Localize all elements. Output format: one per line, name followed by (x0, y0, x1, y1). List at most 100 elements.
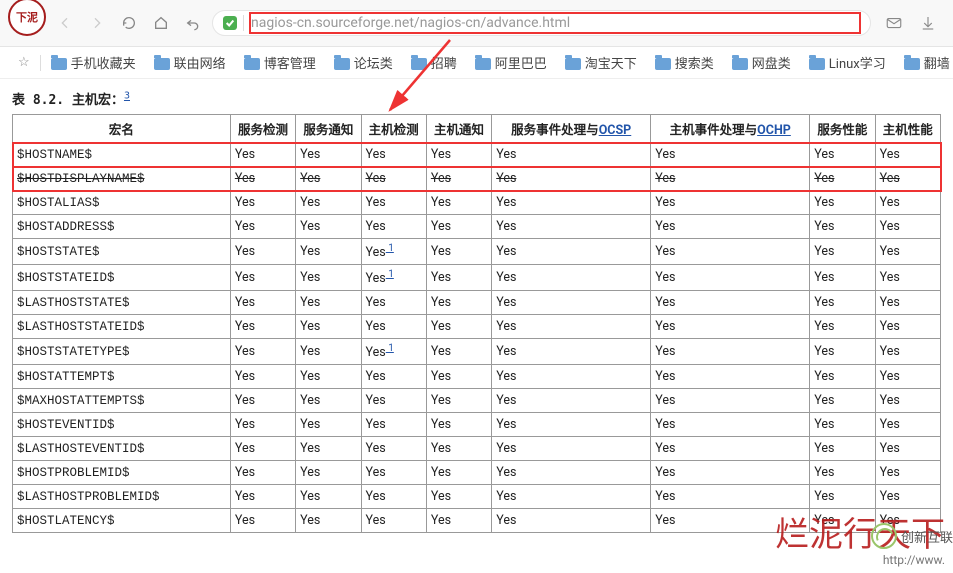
value-cell: Yes (810, 339, 875, 365)
value-cell: Yes (651, 143, 810, 167)
value-cell: Yes (361, 485, 426, 509)
bookmark-folder[interactable]: 翻墙 (904, 53, 950, 72)
value-cell: Yes (810, 413, 875, 437)
macro-name-cell: $HOSTATTEMPT$ (13, 365, 231, 389)
forward-button[interactable] (84, 10, 110, 36)
download-icon[interactable] (915, 10, 941, 36)
bookmark-folder[interactable]: 阿里巴巴 (475, 53, 547, 72)
value-cell: Yes (361, 389, 426, 413)
macro-name-cell: $LASTHOSTSTATE$ (13, 291, 231, 315)
th-svc-perf: 服务性能 (810, 115, 875, 143)
macro-name-cell: $HOSTADDRESS$ (13, 215, 231, 239)
value-cell: Yes (492, 365, 651, 389)
value-cell: Yes (492, 437, 651, 461)
value-cell: Yes (361, 167, 426, 191)
footnote-link[interactable]: 1 (386, 243, 394, 254)
table-row: $LASTHOSTEVENTID$YesYesYesYesYesYesYesYe… (13, 437, 941, 461)
value-cell: Yes (651, 485, 810, 509)
bookmark-folder[interactable]: 搜索类 (655, 53, 714, 72)
bookmark-folder[interactable]: 手机收藏夹 (51, 53, 136, 72)
bookmarks-separator (40, 55, 41, 71)
value-cell: Yes (230, 167, 295, 191)
table-row: $HOSTSTATETYPE$YesYesYes 1YesYesYesYesYe… (13, 339, 941, 365)
value-cell: Yes (875, 215, 940, 239)
value-cell: Yes (810, 437, 875, 461)
macro-name-cell: $HOSTEVENTID$ (13, 413, 231, 437)
bookmark-label: 招聘 (431, 53, 457, 72)
th-host-perf: 主机性能 (875, 115, 940, 143)
value-cell: Yes (426, 167, 491, 191)
macro-name-cell: $HOSTNAME$ (13, 143, 231, 167)
bookmark-label: 联由网络 (174, 53, 226, 72)
value-cell: Yes (810, 215, 875, 239)
value-cell: Yes (492, 191, 651, 215)
value-cell: Yes (426, 239, 491, 265)
bookmark-folder[interactable]: 招聘 (411, 53, 457, 72)
value-cell: Yes (426, 389, 491, 413)
value-cell: Yes (651, 461, 810, 485)
back-button[interactable] (52, 10, 78, 36)
reload-button[interactable] (116, 10, 142, 36)
home-button[interactable] (148, 10, 174, 36)
value-cell: Yes (361, 365, 426, 389)
folder-icon (244, 58, 260, 70)
caption-footnote-link[interactable]: 3 (124, 91, 130, 102)
table-row: $HOSTNAME$YesYesYesYesYesYesYesYes (13, 143, 941, 167)
value-cell: Yes (296, 315, 361, 339)
th-host-notify: 主机通知 (426, 115, 491, 143)
bookmarks-star-icon[interactable]: ☆ (18, 55, 30, 70)
table-row: $HOSTATTEMPT$YesYesYesYesYesYesYesYes (13, 365, 941, 389)
value-cell: Yes (296, 365, 361, 389)
bookmark-label: 手机收藏夹 (71, 53, 136, 72)
ocsp-link[interactable]: OCSP (599, 123, 632, 138)
value-cell: Yes (492, 339, 651, 365)
value-cell: Yes (875, 265, 940, 291)
bookmark-folder[interactable]: 淘宝天下 (565, 53, 637, 72)
footnote-link[interactable]: 1 (386, 343, 394, 354)
value-cell: Yes (426, 191, 491, 215)
bookmark-folder[interactable]: 博客管理 (244, 53, 316, 72)
value-cell: Yes (651, 215, 810, 239)
value-cell: Yes (296, 143, 361, 167)
value-cell: Yes (810, 389, 875, 413)
value-cell: Yes (426, 485, 491, 509)
ochp-link[interactable]: OCHP (757, 123, 791, 138)
bookmark-folder[interactable]: 网盘类 (732, 53, 791, 72)
mail-icon[interactable] (881, 10, 907, 36)
bookmark-folder[interactable]: 联由网络 (154, 53, 226, 72)
macro-name-cell: $HOSTLATENCY$ (13, 509, 231, 533)
table-row: $HOSTEVENTID$YesYesYesYesYesYesYesYes (13, 413, 941, 437)
value-cell: Yes (492, 389, 651, 413)
value-cell: Yes (230, 291, 295, 315)
bookmark-folder[interactable]: Linux学习 (809, 53, 886, 72)
value-cell: Yes 1 (361, 339, 426, 365)
footnote-link[interactable]: 1 (386, 269, 394, 280)
value-cell: Yes (875, 191, 940, 215)
value-cell: Yes (296, 485, 361, 509)
bookmark-folder[interactable]: 论坛类 (334, 53, 393, 72)
bookmark-label: 网盘类 (752, 53, 791, 72)
table-row: $HOSTADDRESS$YesYesYesYesYesYesYesYes (13, 215, 941, 239)
th-host-check: 主机检测 (361, 115, 426, 143)
url-text[interactable]: nagios-cn.sourceforge.net/nagios-cn/adva… (250, 13, 860, 33)
undo-button[interactable] (180, 10, 206, 36)
security-shield-icon (223, 16, 237, 30)
url-bar[interactable]: nagios-cn.sourceforge.net/nagios-cn/adva… (212, 10, 871, 36)
browser-toolbar: 下泥 nagios-cn.sourceforge.net/nagios-cn/a… (0, 0, 953, 47)
value-cell: Yes (296, 215, 361, 239)
macro-name-cell: $HOSTDISPLAYNAME$ (13, 167, 231, 191)
value-cell: Yes (361, 191, 426, 215)
value-cell: Yes (651, 365, 810, 389)
folder-icon (334, 58, 350, 70)
table-row: $LASTHOSTPROBLEMID$YesYesYesYesYesYesYes… (13, 485, 941, 509)
value-cell: Yes (810, 239, 875, 265)
value-cell: Yes (492, 461, 651, 485)
th-svc-check: 服务检测 (230, 115, 295, 143)
value-cell: Yes (426, 509, 491, 533)
macro-name-cell: $HOSTPROBLEMID$ (13, 461, 231, 485)
th-macro-name: 宏名 (13, 115, 231, 143)
folder-icon (154, 58, 170, 70)
value-cell: Yes (492, 167, 651, 191)
value-cell: Yes (875, 167, 940, 191)
value-cell: Yes (875, 437, 940, 461)
